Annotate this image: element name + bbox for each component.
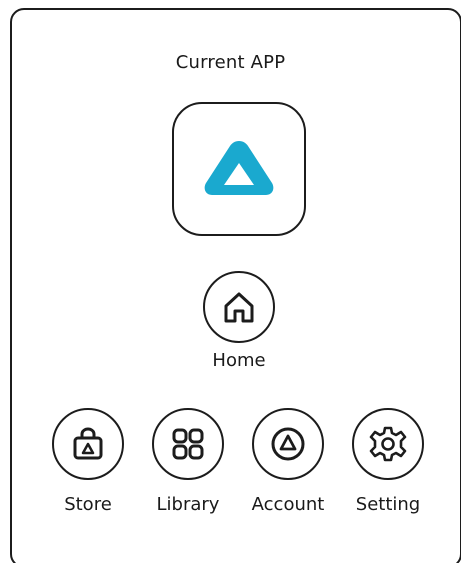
setting-button[interactable] bbox=[352, 408, 424, 480]
account-icon bbox=[271, 427, 305, 461]
vive-logo-icon bbox=[204, 141, 274, 195]
home-button[interactable] bbox=[203, 271, 275, 343]
home-icon bbox=[224, 292, 254, 323]
setting-label: Setting bbox=[355, 494, 421, 515]
library-button[interactable] bbox=[152, 408, 224, 480]
store-button[interactable] bbox=[52, 408, 124, 480]
current-app-title: Current APP bbox=[175, 52, 286, 73]
current-app-tile[interactable] bbox=[172, 102, 306, 236]
gear-icon bbox=[369, 426, 407, 462]
account-button[interactable] bbox=[252, 408, 324, 480]
library-grid-icon bbox=[172, 428, 204, 460]
store-bag-icon bbox=[73, 427, 103, 460]
home-label: Home bbox=[212, 350, 266, 371]
